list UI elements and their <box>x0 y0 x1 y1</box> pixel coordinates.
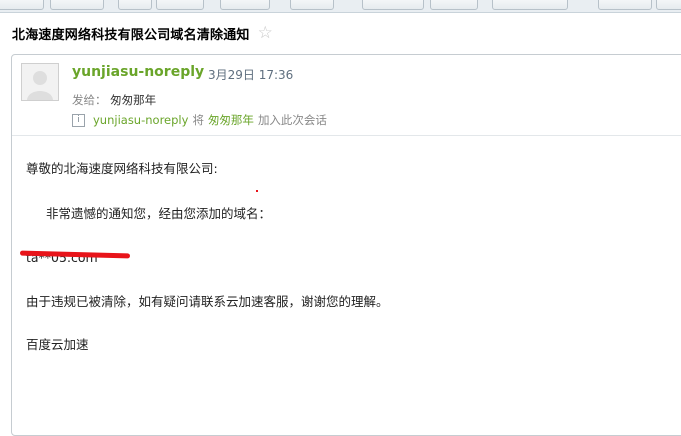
stray-red-dot <box>256 190 258 192</box>
email-subject: 北海速度网络科技有限公司域名清除通知 <box>12 27 250 43</box>
conversation-sender-link[interactable]: yunjiasu-noreply <box>93 113 188 127</box>
top-toolbar <box>0 0 681 13</box>
toolbar-button[interactable] <box>290 0 334 10</box>
avatar[interactable] <box>21 63 59 101</box>
body-line-1: 非常遗憾的通知您，经由您添加的域名： <box>46 206 272 221</box>
email-card: yunjiasu-noreply 3月29日 17:36 发给： 匆匆那年 i … <box>11 54 681 436</box>
body-greeting: 尊敬的北海速度网络科技有限公司: <box>26 161 218 176</box>
sent-date: 3月29日 17:36 <box>208 68 294 82</box>
recipient-name[interactable]: 匆匆那年 <box>110 93 156 107</box>
recipient-label: 发给： <box>72 93 107 107</box>
toolbar-button[interactable] <box>492 0 568 10</box>
body-signature: 百度云加速 <box>26 337 89 352</box>
toolbar-button[interactable] <box>50 0 104 10</box>
conversation-line: i yunjiasu-noreply 将 匆匆那年 加入此次会话 <box>72 112 327 128</box>
default-avatar-icon <box>22 64 58 100</box>
sender-name[interactable]: yunjiasu-noreply <box>72 64 204 80</box>
conversation-to-prefix: 将 <box>192 113 204 127</box>
toolbar-button[interactable] <box>156 0 204 10</box>
toolbar-button[interactable] <box>656 0 681 10</box>
header-divider <box>12 135 681 136</box>
star-icon[interactable]: ☆ <box>258 24 273 42</box>
info-icon: i <box>72 113 85 127</box>
body-line-2: 由于违规已被清除，如有疑问请联系云加速客服，谢谢您的理解。 <box>26 294 389 309</box>
recipient-line: 发给： 匆匆那年 <box>72 92 156 108</box>
toolbar-button[interactable] <box>362 0 424 10</box>
conversation-recipient-link[interactable]: 匆匆那年 <box>208 112 254 128</box>
toolbar-button[interactable] <box>220 0 270 10</box>
toolbar-button[interactable] <box>598 0 652 10</box>
toolbar-button[interactable] <box>0 0 44 10</box>
subject-row: 北海速度网络科技有限公司域名清除通知 ☆ <box>12 22 273 44</box>
conversation-action: 加入此次会话 <box>257 113 327 127</box>
toolbar-button[interactable] <box>118 0 152 10</box>
toolbar-button[interactable] <box>430 0 478 10</box>
redacted-domain: ta**05.com <box>19 247 131 265</box>
